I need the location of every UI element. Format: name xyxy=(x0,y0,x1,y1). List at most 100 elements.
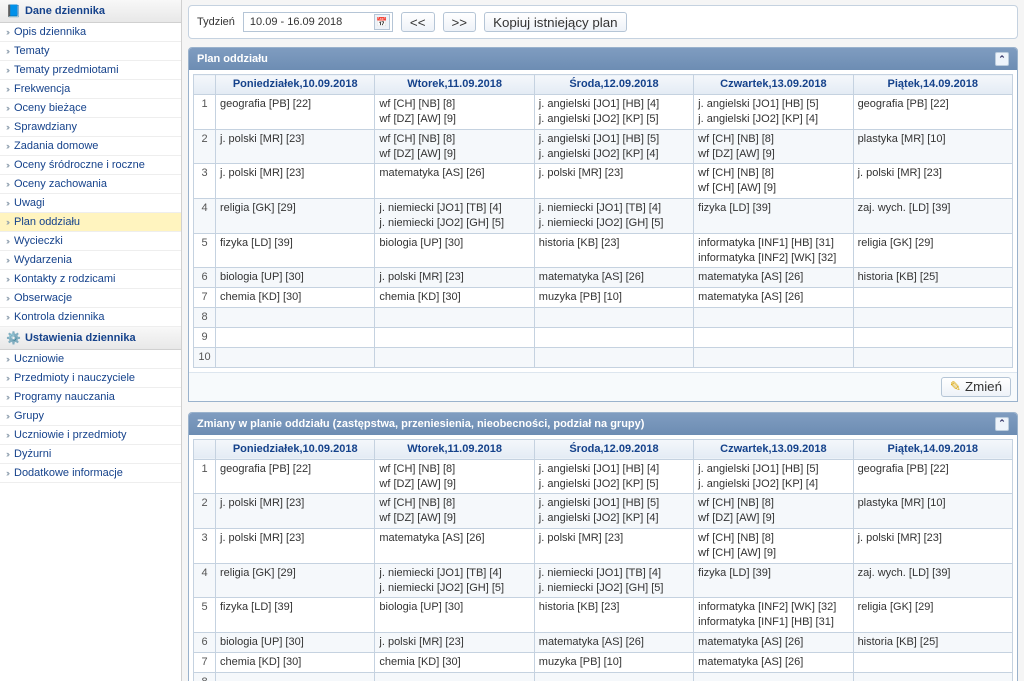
cell[interactable]: j. polski [MR] [23] xyxy=(216,494,375,529)
cell[interactable]: fizyka [LD] [39] xyxy=(694,199,853,234)
cell[interactable]: j. polski [MR] [23] xyxy=(853,529,1012,564)
cell[interactable]: zaj. wych. [LD] [39] xyxy=(853,199,1012,234)
cell[interactable] xyxy=(534,347,693,367)
cell[interactable]: chemia [KD] [30] xyxy=(375,288,534,308)
sidebar-item-kontakty-z-rodzicami[interactable]: ››Kontakty z rodzicami xyxy=(0,270,181,289)
sidebar-item-wydarzenia[interactable]: ››Wydarzenia xyxy=(0,251,181,270)
cell[interactable]: j. angielski [JO1] [HB] [5]j. angielski … xyxy=(534,494,693,529)
sidebar-item-grupy[interactable]: ››Grupy xyxy=(0,407,181,426)
cell[interactable] xyxy=(534,308,693,328)
cell[interactable]: matematyka [AS] [26] xyxy=(694,288,853,308)
cell[interactable]: wf [CH] [NB] [8]wf [DZ] [AW] [9] xyxy=(375,129,534,164)
cell[interactable]: muzyka [PB] [10] xyxy=(534,288,693,308)
collapse-icon[interactable]: ⌃ xyxy=(995,417,1009,431)
cell[interactable]: historia [KB] [25] xyxy=(853,268,1012,288)
cell[interactable]: matematyka [AS] [26] xyxy=(534,633,693,653)
cell[interactable]: wf [CH] [NB] [8]wf [DZ] [AW] [9] xyxy=(375,459,534,494)
cell[interactable]: historia [KB] [23] xyxy=(534,233,693,268)
copy-plan-button[interactable]: Kopiuj istniejący plan xyxy=(484,12,626,32)
cell[interactable] xyxy=(853,652,1012,672)
cell[interactable]: matematyka [AS] [26] xyxy=(694,652,853,672)
sidebar-item-oceny-śródroczne-i-roczne[interactable]: ››Oceny śródroczne i roczne xyxy=(0,156,181,175)
cell[interactable]: geografia [PB] [22] xyxy=(853,95,1012,130)
cell[interactable] xyxy=(853,288,1012,308)
cell[interactable] xyxy=(216,347,375,367)
next-week-button[interactable]: >> xyxy=(443,12,477,32)
cell[interactable]: matematyka [AS] [26] xyxy=(694,268,853,288)
cell[interactable]: plastyka [MR] [10] xyxy=(853,129,1012,164)
cell[interactable] xyxy=(694,347,853,367)
sidebar-item-uczniowie-i-przedmioty[interactable]: ››Uczniowie i przedmioty xyxy=(0,426,181,445)
cell[interactable]: j. angielski [JO1] [HB] [5]j. angielski … xyxy=(534,129,693,164)
sidebar-item-programy-nauczania[interactable]: ››Programy nauczania xyxy=(0,388,181,407)
cell[interactable]: fizyka [LD] [39] xyxy=(694,563,853,598)
cell[interactable]: geografia [PB] [22] xyxy=(853,459,1012,494)
cell[interactable]: biologia [UP] [30] xyxy=(375,598,534,633)
cell[interactable]: zaj. wych. [LD] [39] xyxy=(853,563,1012,598)
change-button[interactable]: ✎ Zmień xyxy=(941,377,1011,397)
sidebar-item-oceny-zachowania[interactable]: ››Oceny zachowania xyxy=(0,175,181,194)
calendar-icon[interactable]: 📅 xyxy=(374,14,390,30)
cell[interactable] xyxy=(216,308,375,328)
cell[interactable] xyxy=(375,672,534,681)
cell[interactable]: j. angielski [JO1] [HB] [4]j. angielski … xyxy=(534,95,693,130)
cell[interactable] xyxy=(534,672,693,681)
cell[interactable]: j. niemiecki [JO1] [TB] [4]j. niemiecki … xyxy=(375,563,534,598)
cell[interactable]: chemia [KD] [30] xyxy=(216,652,375,672)
cell[interactable] xyxy=(694,327,853,347)
cell[interactable]: religia [GK] [29] xyxy=(216,563,375,598)
cell[interactable]: j. polski [MR] [23] xyxy=(534,164,693,199)
cell[interactable]: matematyka [AS] [26] xyxy=(375,164,534,199)
sidebar-item-obserwacje[interactable]: ››Obserwacje xyxy=(0,289,181,308)
cell[interactable]: wf [CH] [NB] [8]wf [DZ] [AW] [9] xyxy=(375,95,534,130)
sidebar-item-oceny-bieżące[interactable]: ››Oceny bieżące xyxy=(0,99,181,118)
cell[interactable]: j. polski [MR] [23] xyxy=(375,268,534,288)
cell[interactable]: wf [CH] [NB] [8]wf [DZ] [AW] [9] xyxy=(694,494,853,529)
cell[interactable] xyxy=(853,327,1012,347)
cell[interactable]: j. angielski [JO1] [HB] [5]j. angielski … xyxy=(694,459,853,494)
cell[interactable] xyxy=(375,347,534,367)
cell[interactable]: chemia [KD] [30] xyxy=(216,288,375,308)
cell[interactable] xyxy=(375,327,534,347)
sidebar-item-plan-oddziału[interactable]: ››Plan oddziału xyxy=(0,213,181,232)
cell[interactable]: muzyka [PB] [10] xyxy=(534,652,693,672)
cell[interactable]: religia [GK] [29] xyxy=(216,199,375,234)
cell[interactable]: fizyka [LD] [39] xyxy=(216,233,375,268)
cell[interactable]: wf [CH] [NB] [8]wf [DZ] [AW] [9] xyxy=(694,129,853,164)
cell[interactable]: j. polski [MR] [23] xyxy=(216,129,375,164)
cell[interactable]: j. polski [MR] [23] xyxy=(216,164,375,199)
cell[interactable] xyxy=(853,308,1012,328)
sidebar-item-dyżurni[interactable]: ››Dyżurni xyxy=(0,445,181,464)
cell[interactable]: biologia [UP] [30] xyxy=(216,633,375,653)
sidebar-item-kontrola-dziennika[interactable]: ››Kontrola dziennika xyxy=(0,308,181,327)
cell[interactable] xyxy=(694,672,853,681)
cell[interactable]: j. angielski [JO1] [HB] [5]j. angielski … xyxy=(694,95,853,130)
sidebar-item-dodatkowe-informacje[interactable]: ››Dodatkowe informacje xyxy=(0,464,181,483)
cell[interactable]: matematyka [AS] [26] xyxy=(375,529,534,564)
sidebar-item-uczniowie[interactable]: ››Uczniowie xyxy=(0,350,181,369)
cell[interactable]: matematyka [AS] [26] xyxy=(534,268,693,288)
cell[interactable]: informatyka [INF1] [HB] [31]informatyka … xyxy=(694,233,853,268)
cell[interactable]: j. polski [MR] [23] xyxy=(534,529,693,564)
cell[interactable]: fizyka [LD] [39] xyxy=(216,598,375,633)
cell[interactable]: j. niemiecki [JO1] [TB] [4]j. niemiecki … xyxy=(375,199,534,234)
collapse-icon[interactable]: ⌃ xyxy=(995,52,1009,66)
sidebar-item-opis-dziennika[interactable]: ››Opis dziennika xyxy=(0,23,181,42)
cell[interactable]: biologia [UP] [30] xyxy=(216,268,375,288)
cell[interactable]: religia [GK] [29] xyxy=(853,233,1012,268)
prev-week-button[interactable]: << xyxy=(401,12,435,32)
cell[interactable]: informatyka [INF2] [WK] [32]informatyka … xyxy=(694,598,853,633)
week-input[interactable]: 10.09 - 16.09 2018 📅 xyxy=(243,12,393,32)
cell[interactable]: matematyka [AS] [26] xyxy=(694,633,853,653)
sidebar-item-sprawdziany[interactable]: ››Sprawdziany xyxy=(0,118,181,137)
sidebar-item-przedmioty-i-nauczyciele[interactable]: ››Przedmioty i nauczyciele xyxy=(0,369,181,388)
cell[interactable]: plastyka [MR] [10] xyxy=(853,494,1012,529)
cell[interactable]: biologia [UP] [30] xyxy=(375,233,534,268)
cell[interactable] xyxy=(375,308,534,328)
sidebar-item-zadania-domowe[interactable]: ››Zadania domowe xyxy=(0,137,181,156)
cell[interactable]: j. niemiecki [JO1] [TB] [4]j. niemiecki … xyxy=(534,199,693,234)
cell[interactable] xyxy=(216,327,375,347)
cell[interactable]: historia [KB] [25] xyxy=(853,633,1012,653)
cell[interactable]: wf [CH] [NB] [8]wf [DZ] [AW] [9] xyxy=(375,494,534,529)
cell[interactable] xyxy=(853,672,1012,681)
